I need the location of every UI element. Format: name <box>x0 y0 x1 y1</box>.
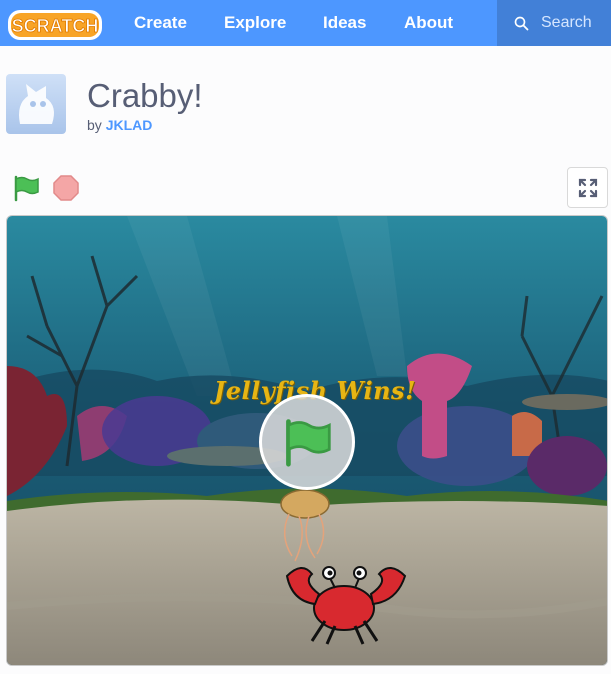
svg-text:SCRATCH: SCRATCH <box>12 16 99 36</box>
stop-icon <box>53 175 79 201</box>
project-byline: by JKLAD <box>87 117 152 133</box>
green-flag-icon <box>14 175 39 202</box>
scratch-logo[interactable]: SCRATCH <box>6 6 104 44</box>
fullscreen-button[interactable] <box>567 167 608 208</box>
stop-button[interactable] <box>52 174 80 202</box>
nav-ideas-link[interactable]: Ideas <box>323 0 366 46</box>
top-nav-bar: SCRATCH Create Explore Ideas About <box>0 0 611 46</box>
nav-create-link[interactable]: Create <box>134 0 187 46</box>
nav-explore-link[interactable]: Explore <box>224 0 286 46</box>
by-label: by <box>87 117 102 133</box>
fullscreen-icon <box>578 178 597 197</box>
nav-about-link[interactable]: About <box>404 0 453 46</box>
search-box[interactable] <box>497 0 611 46</box>
search-icon <box>514 16 529 30</box>
start-overlay-button[interactable] <box>259 394 355 490</box>
project-stage[interactable]: Jellyfish Wins! <box>6 215 608 666</box>
green-flag-button[interactable] <box>12 174 40 202</box>
author-avatar[interactable] <box>6 74 66 134</box>
avatar-cat-icon <box>19 84 54 124</box>
play-flag-icon <box>286 419 331 467</box>
project-title: Crabby! <box>87 77 203 114</box>
search-input[interactable] <box>541 14 611 32</box>
author-link[interactable]: JKLAD <box>106 117 153 133</box>
